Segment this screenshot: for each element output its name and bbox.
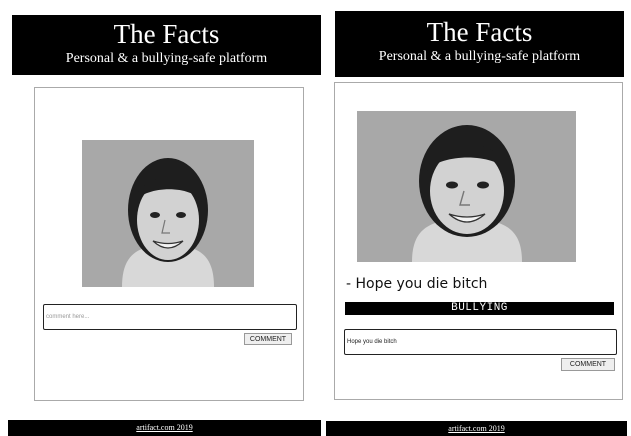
comment-input-placeholder: comment here... <box>46 314 90 320</box>
comment-input[interactable]: comment here... <box>43 304 297 330</box>
bullying-badge: BULLYING <box>345 302 614 315</box>
profile-photo <box>357 111 576 262</box>
face-image <box>357 111 576 262</box>
posted-comment: - Hope you die bitch <box>346 276 488 292</box>
site-title: The Facts <box>113 19 220 49</box>
post-card: comment here... COMMENT <box>34 87 304 401</box>
site-title: The Facts <box>426 17 533 47</box>
profile-photo <box>82 140 254 287</box>
comment-input-value: Hope you die bitch <box>347 339 397 345</box>
comment-button[interactable]: COMMENT <box>561 358 615 371</box>
comment-input[interactable]: Hope you die bitch <box>344 329 617 355</box>
site-header: The Facts Personal & a bullying-safe pla… <box>12 15 321 75</box>
comment-button[interactable]: COMMENT <box>244 333 292 345</box>
right-panel: The Facts Personal & a bullying-safe pla… <box>326 0 631 436</box>
footer-link[interactable]: artifact.com 2019 <box>8 420 321 436</box>
site-subtitle: Personal & a bullying-safe platform <box>65 51 268 66</box>
site-header: The Facts Personal & a bullying-safe pla… <box>335 11 624 77</box>
face-image <box>82 140 254 287</box>
post-card: - Hope you die bitch BULLYING Hope you d… <box>334 82 623 400</box>
site-subtitle: Personal & a bullying-safe platform <box>378 49 581 64</box>
footer-link[interactable]: artifact.com 2019 <box>326 421 627 436</box>
left-panel: The Facts Personal & a bullying-safe pla… <box>0 0 325 436</box>
